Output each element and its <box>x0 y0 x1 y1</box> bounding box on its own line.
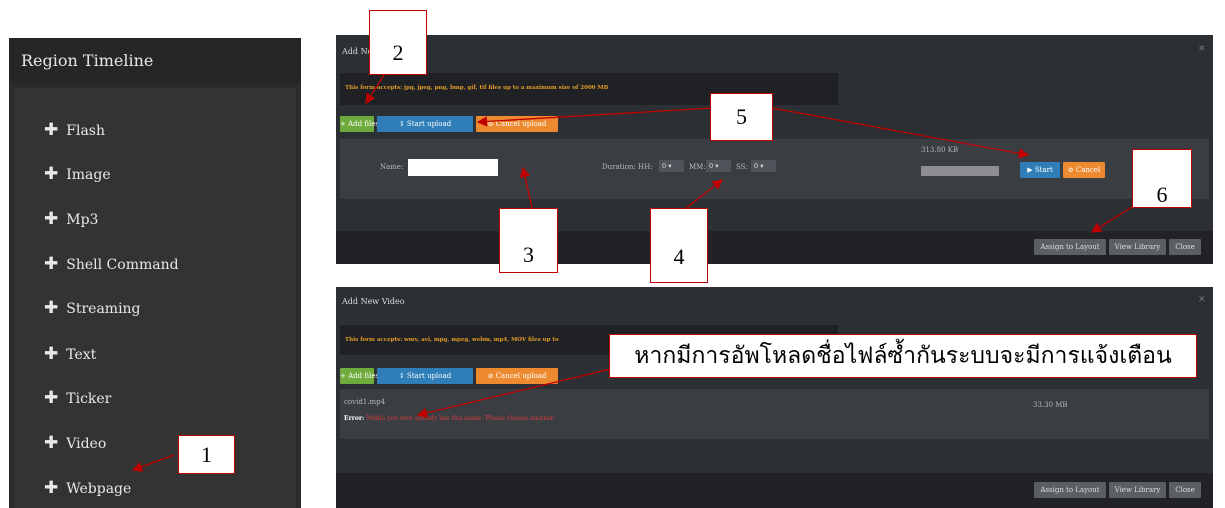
arrow-2 <box>365 74 385 105</box>
callout-3: 3 <box>499 208 558 273</box>
callout-6: 6 <box>1132 149 1192 208</box>
arrow-5a <box>476 107 714 127</box>
annotation-arrows <box>131 74 1133 472</box>
arrow-thai <box>416 361 641 418</box>
arrow-1 <box>131 454 175 472</box>
arrow-5b <box>771 107 1030 159</box>
arrow-6 <box>1090 206 1133 233</box>
callout-4: 4 <box>650 208 708 283</box>
callout-1: 1 <box>178 435 235 474</box>
callout-5: 5 <box>710 93 773 141</box>
callout-duplicate-warning: หากมีการอัพโหลดชื่อไฟล์ซ้ำกันระบบจะมีการ… <box>609 334 1197 378</box>
arrow-3 <box>519 166 534 213</box>
callout-2: 2 <box>369 10 427 75</box>
